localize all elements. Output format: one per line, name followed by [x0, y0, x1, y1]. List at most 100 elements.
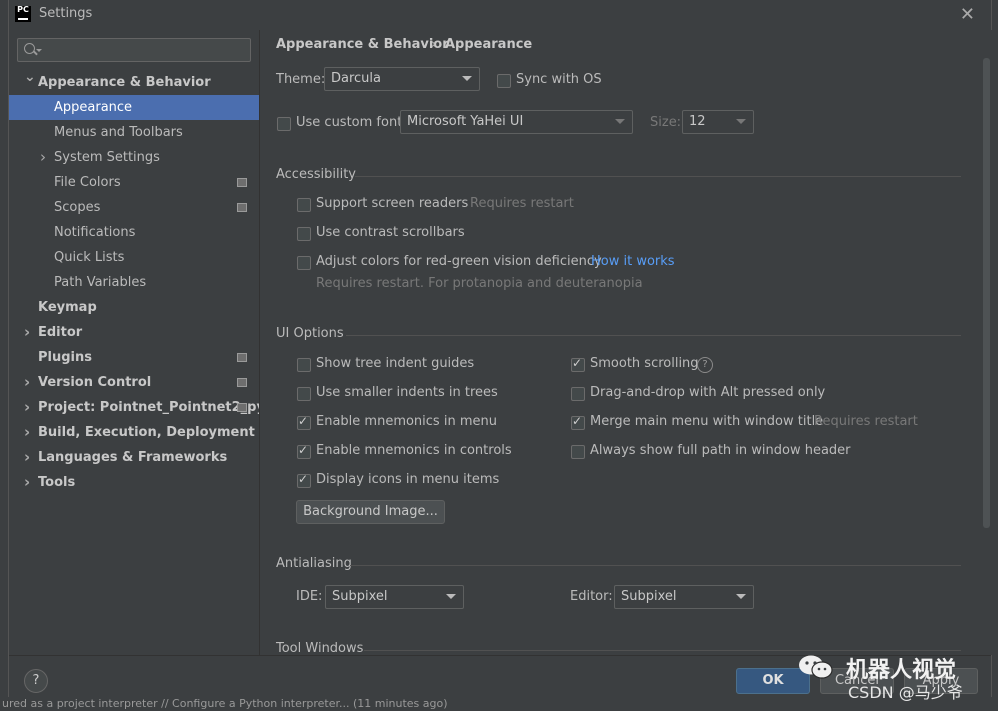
sidebar-item[interactable]: › Languages & Frameworks: [9, 445, 259, 470]
sidebar-item[interactable]: › System Settings: [9, 145, 259, 170]
font-size-dropdown[interactable]: 12: [682, 110, 754, 134]
color-deficiency-note: Requires restart. For protanopia and deu…: [316, 276, 643, 291]
ui-option-label: Use smaller indents in trees: [316, 385, 498, 400]
sidebar-item-label: Keymap: [38, 300, 97, 315]
tool-windows-title: Tool Windows: [276, 641, 364, 655]
sidebar-item[interactable]: Keymap: [9, 295, 259, 320]
sidebar-item[interactable]: File Colors: [9, 170, 259, 195]
editor-aa-value: Subpixel: [621, 589, 677, 604]
sidebar-item-label: Appearance: [54, 100, 133, 115]
ui-option-label: Show tree indent guides: [316, 356, 475, 371]
help-button[interactable]: ?: [24, 669, 48, 693]
sidebar-item-label: Path Variables: [54, 275, 147, 290]
section-divider: [355, 176, 961, 177]
ui-option-checkbox[interactable]: [571, 387, 585, 401]
font-dropdown[interactable]: Microsoft YaHei UI: [400, 110, 633, 134]
search-history-icon[interactable]: [36, 49, 42, 52]
appearance-panel: Appearance & Behavior › Appearance Theme…: [259, 30, 992, 655]
ui-option-checkbox[interactable]: [571, 356, 585, 372]
vertical-scrollbar[interactable]: [983, 58, 990, 528]
search-field[interactable]: [17, 38, 251, 62]
screen-readers-note: Requires restart: [470, 196, 574, 211]
editor-aa-dropdown[interactable]: Subpixel: [614, 585, 754, 609]
how-it-works-link[interactable]: How it works: [591, 254, 675, 269]
sidebar-item[interactable]: Scopes: [9, 195, 259, 220]
watermark: 机器人视觉 CSDN @马少爷: [798, 650, 988, 705]
sidebar-item-label: Tools: [38, 475, 76, 490]
search-icon: [24, 43, 35, 54]
chevron-down-icon[interactable]: ⌄: [24, 65, 36, 90]
chevron-right-icon[interactable]: ›: [24, 420, 30, 445]
help-icon[interactable]: ?: [697, 357, 713, 373]
ui-option-checkbox[interactable]: [297, 387, 311, 401]
sidebar-item[interactable]: Appearance: [9, 95, 259, 120]
chevron-down-icon: [615, 119, 625, 124]
sidebar-item[interactable]: › Build, Execution, Deployment: [9, 420, 259, 445]
breadcrumb-current: Appearance: [445, 37, 533, 52]
chevron-down-icon: [736, 594, 746, 599]
chevron-right-icon[interactable]: ›: [24, 370, 30, 395]
theme-dropdown[interactable]: Darcula: [324, 67, 480, 91]
ui-option-checkbox[interactable]: [297, 358, 311, 372]
settings-tree: ⌄ Appearance & Behavior Appearance Menus an…: [9, 69, 279, 495]
ui-options-title: UI Options: [276, 326, 344, 341]
custom-font-checkbox[interactable]: [277, 117, 291, 131]
chevron-down-icon: [446, 594, 456, 599]
sidebar-item[interactable]: › Version Control: [9, 370, 259, 395]
custom-font-label: Use custom font:: [296, 115, 407, 130]
sidebar-item[interactable]: › Tools: [9, 470, 259, 495]
sidebar-item-label: Appearance & Behavior: [38, 75, 211, 90]
ui-option-checkbox[interactable]: [571, 445, 585, 459]
ui-option-label: Enable mnemonics in menu: [316, 414, 497, 429]
close-icon[interactable]: ✕: [960, 4, 975, 25]
sidebar-item[interactable]: Quick Lists: [9, 245, 259, 270]
chevron-down-icon: [462, 76, 472, 81]
project-scope-icon: [237, 178, 247, 187]
sidebar-item-label: Languages & Frameworks: [38, 450, 228, 465]
background-image-button[interactable]: Background Image...: [296, 500, 445, 524]
sidebar-item[interactable]: ⌄ Appearance & Behavior: [9, 69, 259, 95]
sidebar-item-label: Version Control: [38, 375, 152, 390]
chevron-right-icon[interactable]: ›: [40, 145, 46, 170]
sidebar-item-label: Notifications: [54, 225, 136, 240]
sync-os-checkbox[interactable]: [497, 74, 511, 88]
chevron-right-icon[interactable]: ›: [24, 445, 30, 470]
ui-option-checkbox[interactable]: [297, 472, 311, 488]
sidebar-item[interactable]: › Editor: [9, 320, 259, 345]
accessibility-title: Accessibility: [276, 167, 356, 182]
sidebar-item[interactable]: Path Variables: [9, 270, 259, 295]
chevron-right-icon[interactable]: ›: [24, 320, 30, 345]
chevron-right-icon[interactable]: ›: [24, 395, 30, 420]
ui-option-label: Drag-and-drop with Alt pressed only: [590, 385, 826, 400]
font-size-value: 12: [689, 114, 706, 129]
color-deficiency-label: Adjust colors for red-green vision defic…: [316, 254, 602, 269]
screen-readers-checkbox[interactable]: [297, 198, 311, 212]
search-input[interactable]: [44, 41, 248, 59]
ui-option-checkbox[interactable]: [297, 414, 311, 430]
project-scope-icon: [237, 403, 247, 412]
ide-aa-dropdown[interactable]: Subpixel: [325, 585, 464, 609]
editor-aa-label: Editor:: [570, 589, 613, 604]
antialiasing-title: Antialiasing: [276, 556, 352, 571]
sidebar-item-label: Plugins: [38, 350, 92, 365]
sidebar-item[interactable]: Menus and Toolbars: [9, 120, 259, 145]
ui-option-checkbox[interactable]: [297, 443, 311, 459]
ui-option-checkbox[interactable]: [571, 414, 585, 430]
sidebar-item-label: System Settings: [54, 150, 160, 165]
ide-aa-value: Subpixel: [332, 589, 388, 604]
pycharm-icon: PC: [15, 6, 31, 22]
breadcrumb-parent[interactable]: Appearance & Behavior: [276, 37, 449, 52]
sidebar-item[interactable]: Notifications: [9, 220, 259, 245]
sidebar-item-label: Editor: [38, 325, 83, 340]
contrast-scrollbars-checkbox[interactable]: [297, 227, 311, 241]
theme-label: Theme:: [276, 72, 326, 87]
ide-aa-label: IDE:: [296, 589, 323, 604]
color-deficiency-checkbox[interactable]: [297, 256, 311, 270]
chevron-right-icon[interactable]: ›: [24, 470, 30, 495]
sidebar-item[interactable]: Plugins: [9, 345, 259, 370]
chevron-down-icon: [736, 119, 746, 124]
theme-value: Darcula: [331, 71, 382, 86]
contrast-scrollbars-label: Use contrast scrollbars: [316, 225, 465, 240]
sidebar-item[interactable]: › Project: Pointnet_Pointnet2_py...: [9, 395, 279, 420]
breadcrumb-separator: ›: [431, 37, 437, 52]
